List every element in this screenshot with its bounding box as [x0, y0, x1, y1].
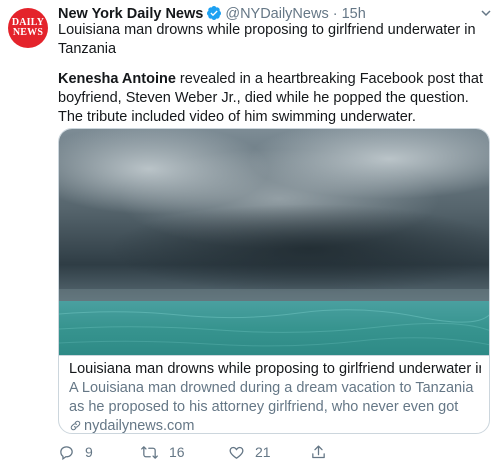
retweet-button[interactable]: 16	[140, 440, 185, 464]
like-count: 21	[255, 444, 271, 460]
card-domain-text: nydailynews.com	[84, 418, 195, 434]
share-icon	[312, 444, 325, 458]
mention-name: Kenesha Antoine	[58, 71, 176, 87]
card-info[interactable]: Louisiana man drowns while proposing to …	[59, 355, 489, 434]
daily-news-logo: DAILY NEWS	[11, 17, 45, 38]
account-handle[interactable]: @NYDailyNews	[225, 6, 328, 22]
card-domain: nydailynews.com	[69, 417, 481, 434]
tweet-timestamp[interactable]: 15h	[342, 6, 366, 22]
avatar[interactable]: DAILY NEWS	[8, 8, 48, 48]
link-card[interactable]: Louisiana man drowns while proposing to …	[58, 128, 490, 434]
reply-button[interactable]: 9	[58, 440, 93, 464]
account-name[interactable]: New York Daily News	[58, 6, 203, 22]
storm-over-sea-image	[59, 129, 489, 355]
heart-icon	[229, 446, 244, 459]
card-title: Louisiana man drowns while proposing to …	[69, 361, 481, 377]
retweet-count: 16	[169, 444, 185, 460]
separator-dot: ·	[332, 6, 338, 22]
tweet-text: Louisiana man drowns while proposing to …	[58, 22, 476, 57]
tweet-actions: 9 16 21	[58, 440, 478, 464]
link-icon	[70, 420, 81, 431]
tweet[interactable]: DAILY NEWS New York Daily News @NYDailyNe…	[0, 0, 500, 472]
card-description: A Louisiana man drowned during a dream v…	[69, 380, 474, 415]
retweet-icon	[141, 445, 158, 459]
like-button[interactable]: 21	[228, 440, 271, 464]
tweet-description: Kenesha Antoine revealed in a heartbreak…	[58, 70, 488, 127]
chevron-down-icon[interactable]	[480, 6, 492, 24]
reply-icon	[60, 445, 73, 460]
share-button[interactable]	[310, 440, 337, 464]
reply-count: 9	[85, 444, 93, 460]
